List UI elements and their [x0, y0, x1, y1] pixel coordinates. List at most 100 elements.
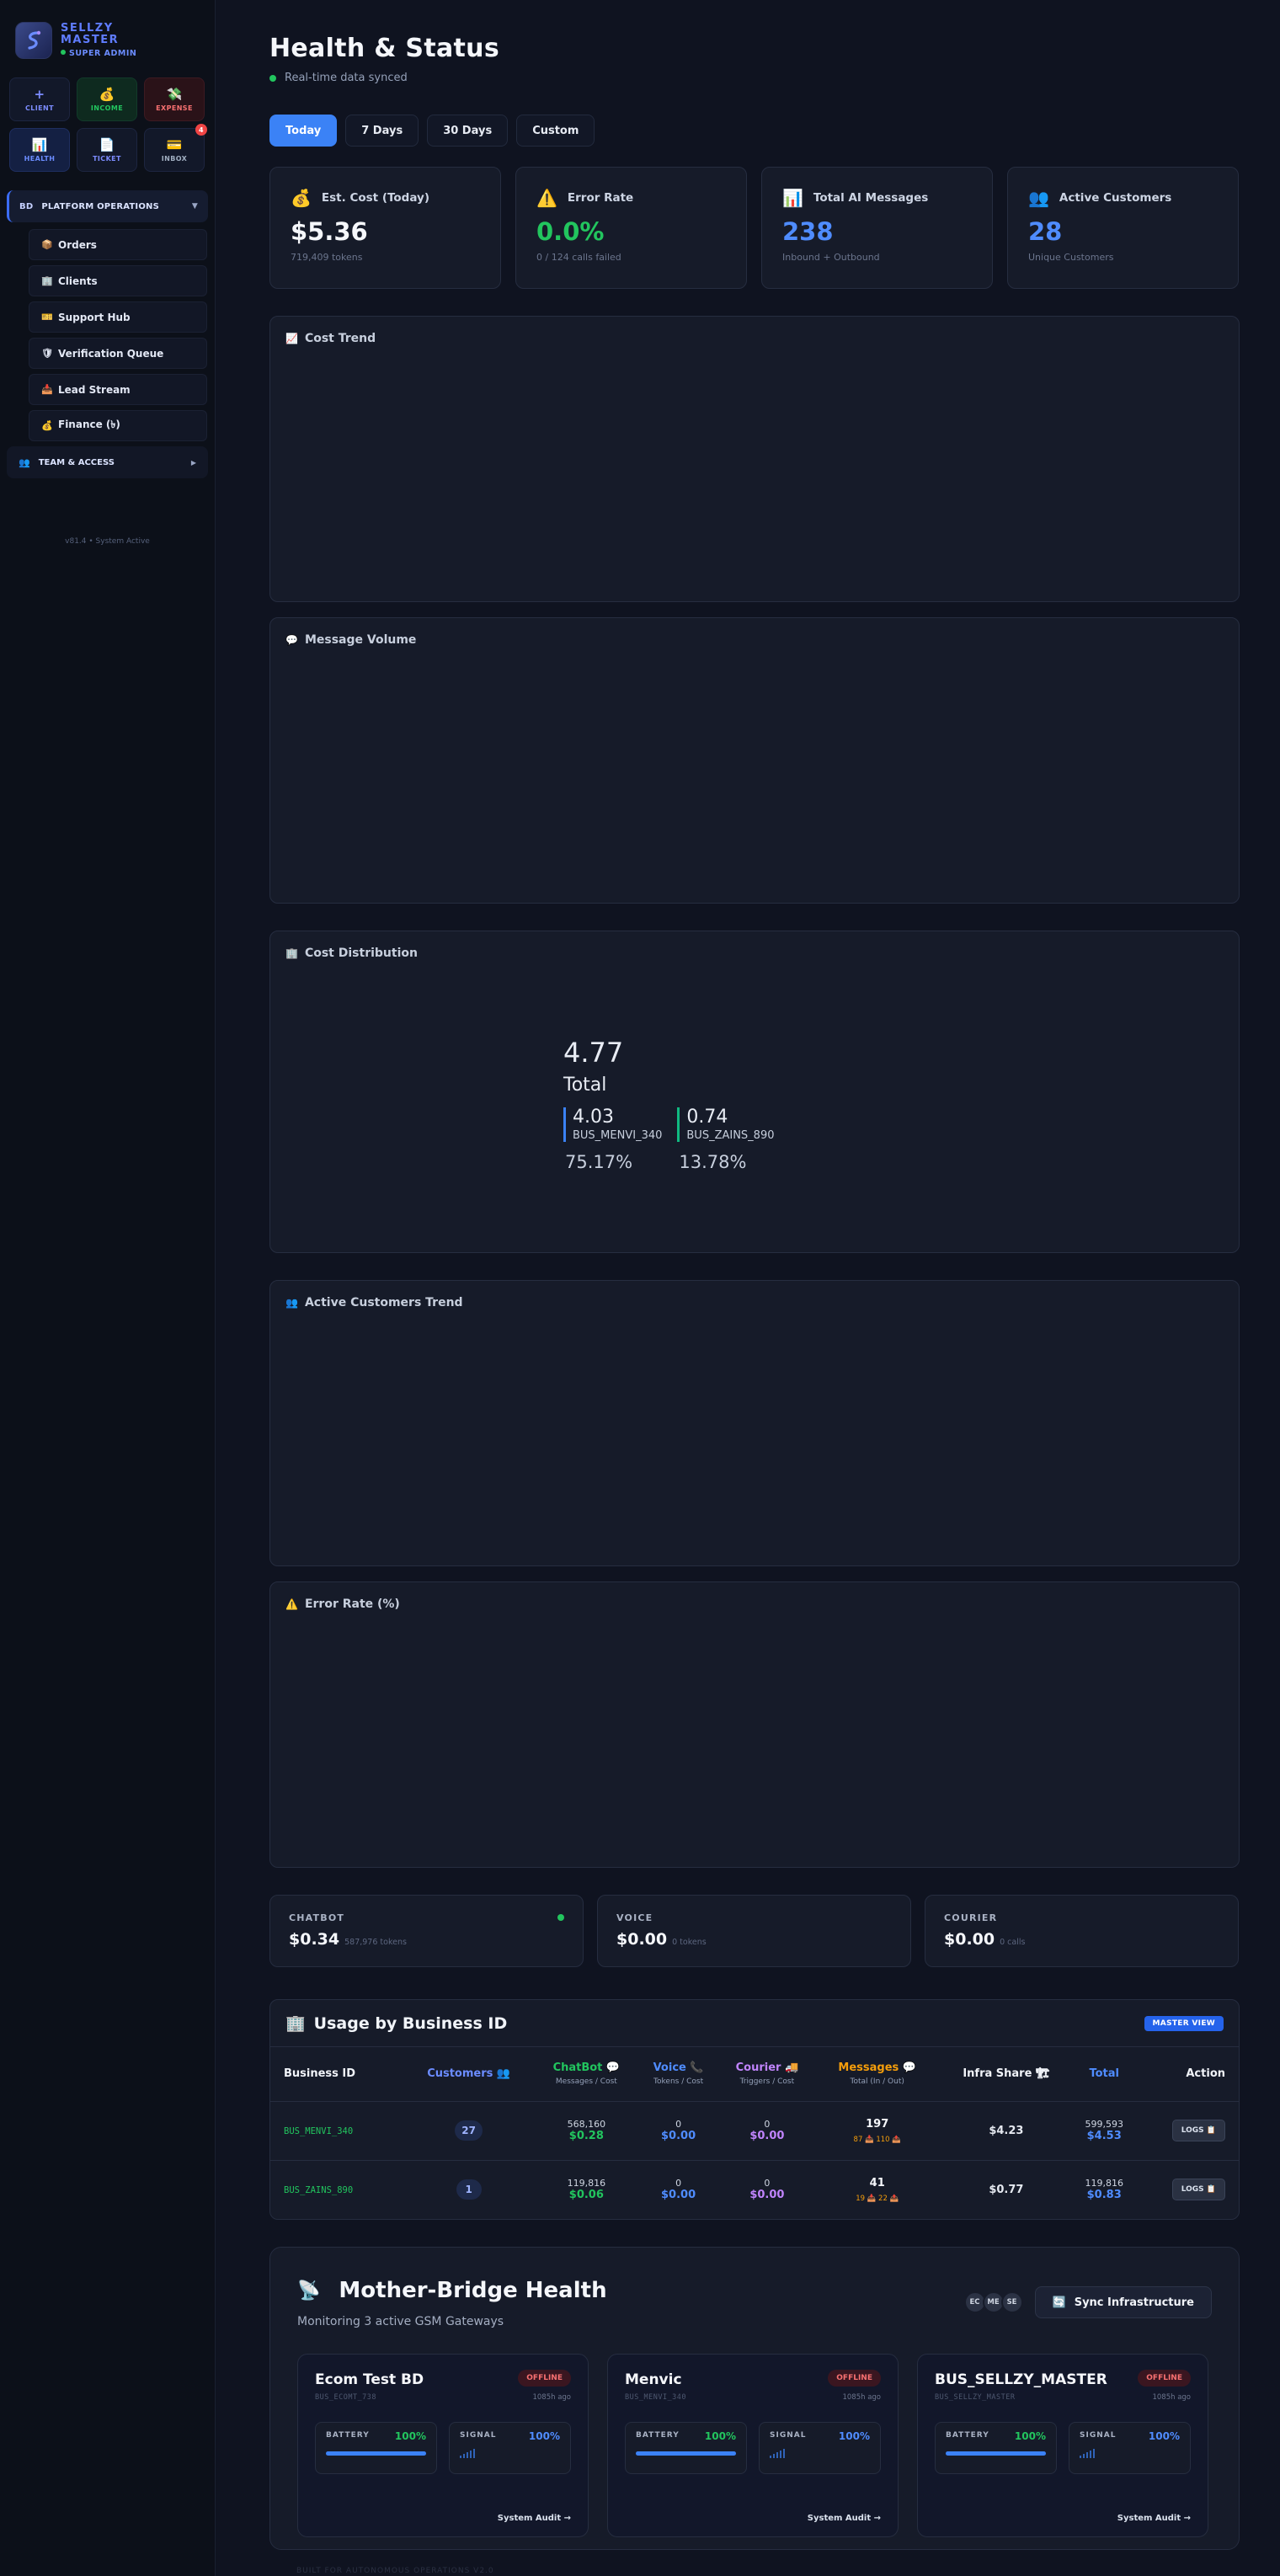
gateway-cards: Ecom Test BD BUS_ECOMT_738 OFFLINE 1085h…	[297, 2354, 1212, 2537]
stat-value: $5.36	[291, 217, 368, 246]
cost-trend-panel: 📈 Cost Trend	[269, 316, 1240, 602]
logs-button[interactable]: LOGS 📋	[1171, 2179, 1225, 2201]
platform-operations-label: PLATFORM OPERATIONS	[41, 201, 160, 211]
panel-title: Cost Trend	[304, 332, 376, 345]
brand-name-line1: SELLZY	[61, 22, 114, 35]
sync-infrastructure-button[interactable]: 🔄 Sync Infrastructure	[1034, 2286, 1212, 2318]
signal-value: 100%	[838, 2430, 870, 2442]
chart-series-menvi: 4.03 BUS_MENVI_340 75.17%	[563, 1107, 662, 1172]
channel-card-chatbot: CHATBOT $0.34 587,976 tokens	[269, 1895, 584, 1967]
battery-value: 100%	[394, 2430, 426, 2442]
battery-value: 100%	[704, 2430, 736, 2442]
sidebar-item-verification-queue[interactable]: 🛡 Verification Queue	[29, 338, 207, 369]
status-badge: OFFLINE	[828, 2370, 881, 2387]
channel-value: $0.00	[944, 1930, 995, 1949]
column-header: Total	[1074, 2047, 1134, 2102]
signal-metric: SIGNAL 100%	[449, 2422, 571, 2474]
signal-bars-icon	[770, 2448, 870, 2458]
signal-value: 100%	[528, 2430, 560, 2442]
sidebar-item-clients[interactable]: 🏢 Clients	[29, 265, 207, 296]
usage-by-business-panel: 🏢 Usage by Business ID MASTER VIEW Busine…	[269, 1999, 1240, 2220]
status-badge: OFFLINE	[1138, 2370, 1191, 2387]
battery-metric: BATTERY 100%	[315, 2422, 437, 2474]
panel-title: Cost Distribution	[304, 947, 418, 960]
tab-today[interactable]: Today	[269, 115, 338, 147]
avatar: SE	[1000, 2291, 1023, 2313]
tab-30-days[interactable]: 30 Days	[427, 115, 509, 147]
total-tokens: 119,816	[1085, 2178, 1123, 2189]
messages-in-out: 19 📥 22 📤	[856, 2194, 899, 2203]
users-icon: 👥	[285, 1297, 298, 1309]
system-audit-link[interactable]: System Audit →	[808, 2514, 881, 2523]
building-icon: 🏢	[285, 947, 298, 959]
last-seen: 1085h ago	[842, 2393, 881, 2402]
battery-bar	[636, 2451, 736, 2456]
warning-icon: ⚠️	[536, 188, 557, 208]
stat-card-ai-messages: 📊 Total AI Messages 238 Inbound + Outboun…	[761, 167, 993, 289]
sidebar-item-orders[interactable]: 📦 Orders	[29, 229, 207, 260]
customer-count-badge: 27	[455, 2120, 483, 2141]
chart-data-label: 4.03	[573, 1107, 614, 1128]
brand-logo-icon	[15, 22, 52, 59]
quick-inbox-button[interactable]: 💳 INBOX 4	[144, 124, 207, 172]
quick-inbox-label: INBOX	[161, 154, 188, 163]
messages-total: 197	[866, 2117, 889, 2131]
column-header: Voice 📞 Tokens / Cost	[638, 2047, 718, 2102]
column-header-sub: Total (In / Out)	[850, 2077, 904, 2087]
brand[interactable]: SELLZY MASTER SUPER ADMIN	[0, 0, 215, 66]
messages-in-out: 87 📥 110 📤	[853, 2135, 901, 2144]
master-view-badge: MASTER VIEW	[1144, 2015, 1224, 2031]
team-access-toggle[interactable]: 👥 TEAM & ACCESS ▶	[7, 446, 208, 478]
quick-expense-label: EXPENSE	[156, 104, 193, 112]
chatbot-tokens: 568,160	[567, 2119, 606, 2130]
quick-income-button[interactable]: 💰 INCOME	[77, 77, 137, 121]
platform-operations-toggle[interactable]: BD PLATFORM OPERATIONS ▼	[7, 190, 208, 222]
courier-cost: $0.00	[749, 2130, 785, 2142]
logs-button[interactable]: LOGS 📋	[1171, 2120, 1225, 2141]
quick-health-button[interactable]: 📊 HEALTH	[9, 128, 70, 172]
sidebar-item-lead-stream[interactable]: 📥 Lead Stream	[29, 374, 207, 405]
warning-icon: ⚠️	[285, 1598, 298, 1610]
speech-bubble-icon: 💬	[285, 634, 298, 646]
last-seen: 1085h ago	[1152, 2393, 1191, 2402]
stat-value: 238	[782, 217, 834, 246]
sidebar-item-label: Clients	[58, 275, 98, 287]
box-icon: 📦	[41, 239, 53, 250]
stat-value: 0.0%	[536, 217, 605, 246]
cost-distribution-labels: 4.77 Total 4.03 BUS_MENVI_340 75.17% 0.7…	[563, 1037, 775, 1172]
chevron-down-icon: ▼	[191, 202, 198, 211]
voice-cost: $0.00	[661, 2189, 696, 2202]
signal-metric: SIGNAL 100%	[759, 2422, 881, 2474]
quick-client-button[interactable]: + CLIENT	[9, 77, 70, 121]
stat-subtext: Inbound + Outbound	[782, 252, 880, 263]
stat-label: Est. Cost (Today)	[321, 191, 430, 205]
quick-ticket-button[interactable]: 📄 TICKET	[77, 128, 137, 172]
voice-cost: $0.00	[661, 2130, 696, 2142]
infra-share: $4.23	[989, 2124, 1024, 2137]
tab-7-days[interactable]: 7 Days	[345, 115, 419, 147]
channel-value: $0.34	[289, 1930, 340, 1949]
channel-cost-cards: CHATBOT $0.34 587,976 tokens VOICE $0.00 0…	[269, 1895, 1240, 1967]
system-audit-link[interactable]: System Audit →	[1117, 2514, 1191, 2523]
battery-bar	[946, 2451, 1046, 2456]
tab-custom[interactable]: Custom	[516, 115, 595, 147]
signal-metric: SIGNAL 100%	[1069, 2422, 1191, 2474]
channel-subtext: 587,976 tokens	[344, 1938, 407, 1947]
quick-expense-button[interactable]: 💸 EXPENSE	[144, 77, 205, 121]
satellite-icon: 📡	[297, 2280, 321, 2301]
courier-triggers: 0	[764, 2119, 771, 2130]
sidebar-item-finance[interactable]: 💰 Finance (৳)	[29, 410, 207, 441]
page-icon: 📄	[99, 136, 115, 152]
system-audit-link[interactable]: System Audit →	[498, 2514, 571, 2523]
panel-title: Message Volume	[304, 633, 417, 647]
chart-total-label: Total	[563, 1075, 607, 1096]
stat-label: Active Customers	[1059, 191, 1172, 205]
usage-table: Business ID Customers 👥 ChatBot 💬 Message…	[270, 2047, 1239, 2219]
sidebar-item-support-hub[interactable]: 🎫 Support Hub	[29, 301, 207, 333]
messages-total: 41	[869, 2176, 885, 2189]
column-header: Business ID	[270, 2047, 404, 2102]
stat-subtext: 719,409 tokens	[291, 252, 363, 263]
chatbot-cost: $0.06	[568, 2189, 604, 2202]
stat-card-cost: 💰 Est. Cost (Today) $5.36 719,409 tokens	[269, 167, 501, 289]
voice-tokens: 0	[675, 2178, 682, 2189]
